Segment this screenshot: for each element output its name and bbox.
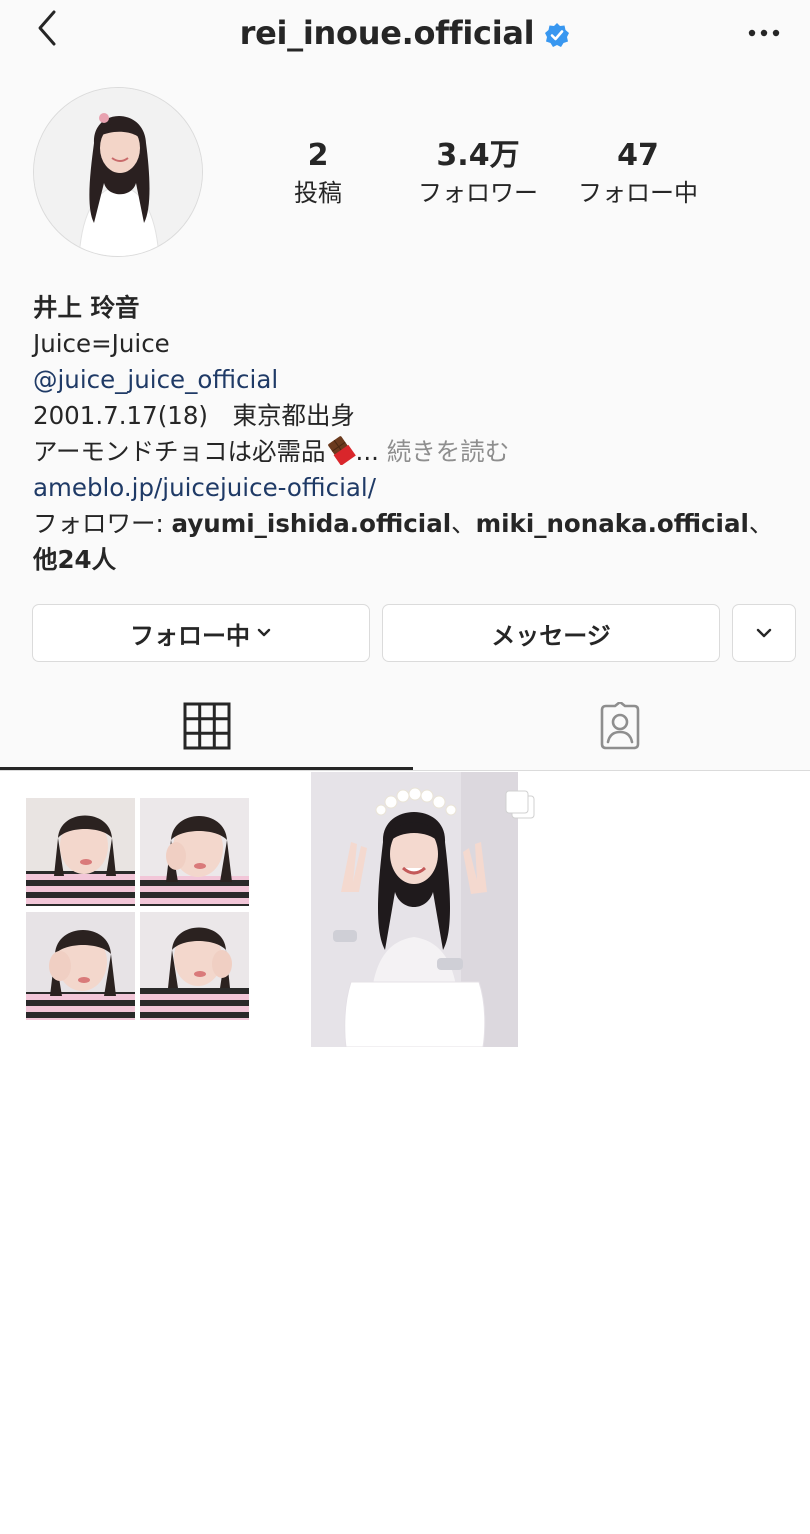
stat-followers[interactable]: 3.4万 フォロワー bbox=[408, 136, 548, 210]
followed-by-user-2[interactable]: miki_nonaka.official bbox=[476, 509, 749, 538]
stat-posts-label: 投稿 bbox=[294, 179, 342, 207]
tagged-person-icon bbox=[600, 702, 640, 750]
suggested-accounts-button[interactable] bbox=[732, 604, 796, 662]
bio-line-group: Juice=Juice bbox=[33, 329, 170, 358]
avatar[interactable] bbox=[33, 87, 203, 257]
bio-birthdate-line: 2001.7.17(18) 東京都出身 bbox=[33, 401, 355, 430]
profile-photo bbox=[34, 88, 202, 256]
bio-truncated-line: アーモンドチョコは必需品 ... 続きを読む bbox=[33, 434, 793, 470]
username: rei_inoue.official bbox=[239, 14, 535, 52]
stat-posts[interactable]: 2 投稿 bbox=[258, 136, 378, 210]
tab-grid[interactable] bbox=[0, 690, 413, 768]
followed-by-prefix: フォロワー: bbox=[33, 509, 172, 538]
tab-tagged[interactable] bbox=[413, 690, 810, 768]
display-name: 井上 玲音 bbox=[33, 293, 140, 322]
followed-by-user-1[interactable]: ayumi_ishida.official bbox=[172, 509, 452, 538]
photo-collage bbox=[26, 798, 249, 1020]
message-button[interactable]: メッセージ bbox=[382, 604, 720, 662]
tab-divider bbox=[0, 770, 810, 771]
followed-by-separator: 、 bbox=[451, 509, 476, 538]
chocolate-emoji-icon bbox=[327, 436, 356, 465]
post-thumbnail[interactable] bbox=[311, 772, 518, 1047]
followed-by-separator-2: 、 bbox=[748, 509, 774, 538]
followed-by[interactable]: フォロワー: ayumi_ishida.official、miki_nonaka… bbox=[33, 506, 793, 578]
stat-following[interactable]: 47 フォロー中 bbox=[568, 136, 708, 210]
post-thumbnail[interactable] bbox=[24, 796, 252, 1024]
bio-ellipsis: ... bbox=[355, 437, 379, 466]
stat-posts-value: 2 bbox=[307, 138, 329, 173]
bio: 井上 玲音 Juice=Juice @juice_juice_official … bbox=[33, 290, 793, 578]
stat-followers-label: フォロワー bbox=[418, 179, 538, 207]
read-more-link[interactable]: 続きを読む bbox=[387, 437, 510, 466]
bio-line-text: アーモンドチョコは必需品 bbox=[33, 437, 326, 466]
chevron-down-icon bbox=[257, 628, 271, 637]
multiple-photos-icon bbox=[505, 790, 535, 819]
more-horizontal-icon bbox=[748, 29, 780, 37]
more-options-button[interactable] bbox=[744, 22, 784, 44]
bio-mention-link[interactable]: @juice_juice_official bbox=[33, 362, 793, 398]
following-button-label: フォロー中 bbox=[130, 621, 250, 650]
following-button[interactable]: フォロー中 bbox=[32, 604, 370, 662]
post-photo bbox=[311, 772, 518, 1047]
chevron-down-icon bbox=[756, 628, 772, 638]
stat-followers-value: 3.4万 bbox=[436, 138, 520, 173]
message-button-label: メッセージ bbox=[491, 621, 611, 650]
stat-following-label: フォロー中 bbox=[578, 179, 698, 207]
grid-icon bbox=[183, 702, 231, 750]
bio-website-link[interactable]: ameblo.jp/juicejuice-official/ bbox=[33, 470, 793, 506]
followed-by-more[interactable]: 他24人 bbox=[33, 545, 116, 574]
stat-following-value: 47 bbox=[617, 138, 659, 173]
header-title: rei_inoue.official bbox=[0, 10, 810, 56]
verified-badge-icon bbox=[545, 23, 570, 47]
